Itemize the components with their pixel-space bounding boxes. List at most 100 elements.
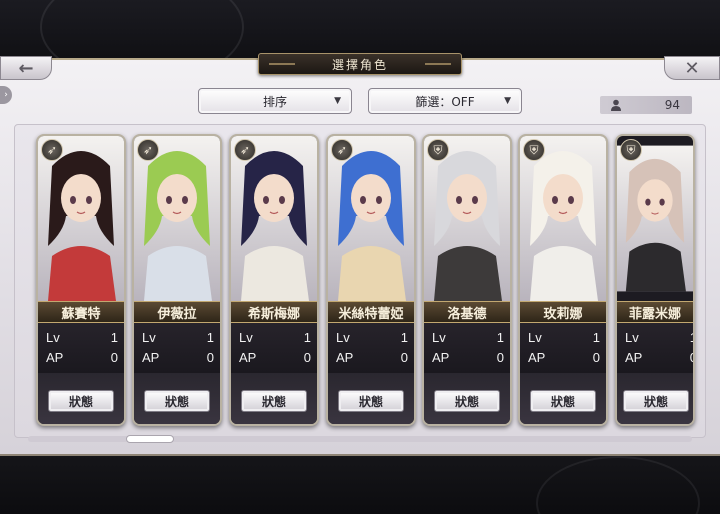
- status-area: 狀態: [424, 373, 510, 424]
- level-row: Lv 1: [625, 327, 693, 347]
- background-top: [0, 0, 720, 84]
- scrollbar-thumb[interactable]: [126, 435, 174, 443]
- ap-row: AP 0: [625, 347, 693, 367]
- character-stats: Lv 1 AP 0: [328, 323, 414, 373]
- level-value: 1: [303, 329, 311, 345]
- character-card[interactable]: ➶ 蘇賽特 Lv 1 AP 0 狀態: [36, 134, 126, 426]
- status-area: 狀態: [231, 373, 317, 424]
- level-label: Lv: [625, 329, 639, 345]
- status-button[interactable]: 狀態: [623, 390, 689, 412]
- level-label: Lv: [46, 329, 60, 345]
- status-button[interactable]: 狀態: [434, 390, 500, 412]
- filter-dropdown[interactable]: 篩選：OFF ▼: [368, 88, 522, 114]
- ap-value: 0: [303, 349, 311, 365]
- character-card[interactable]: ⛨ 玫莉娜 Lv 1 AP 0 狀態: [518, 134, 608, 426]
- back-button[interactable]: ←: [0, 56, 52, 80]
- character-card[interactable]: ➶ 希斯梅娜 Lv 1 AP 0 狀態: [229, 134, 319, 426]
- ap-row: AP 0: [142, 347, 214, 367]
- character-name: 蘇賽特: [38, 301, 124, 323]
- back-arrow-icon: ←: [18, 57, 34, 79]
- character-stats: Lv 1 AP 0: [38, 323, 124, 373]
- character-count-value: 94: [664, 98, 680, 112]
- ap-row: AP 0: [432, 347, 504, 367]
- status-area: 狀態: [617, 373, 693, 424]
- character-name: 米絲特蕾婭: [328, 301, 414, 323]
- sort-dropdown-label: 排序: [262, 94, 287, 109]
- character-stats: Lv 1 AP 0: [424, 323, 510, 373]
- character-name: 玫莉娜: [520, 301, 606, 323]
- level-label: Lv: [239, 329, 253, 345]
- character-card[interactable]: ⛨ 洛基德 Lv 1 AP 0 狀態: [422, 134, 512, 426]
- character-portrait: ➶: [134, 136, 220, 301]
- character-name: 洛基德: [424, 301, 510, 323]
- character-portrait: ➶: [231, 136, 317, 301]
- character-portrait: ➶: [38, 136, 124, 301]
- character-card[interactable]: ➶ 米絲特蕾婭 Lv 1 AP 0 狀態: [326, 134, 416, 426]
- ap-label: AP: [528, 349, 546, 365]
- ap-value: 0: [400, 349, 408, 365]
- character-stats: Lv 1 AP 0: [231, 323, 317, 373]
- bow-icon: ➶: [137, 139, 159, 161]
- character-name: 菲露米娜: [617, 301, 693, 323]
- chevron-down-icon: ▼: [334, 96, 341, 106]
- close-icon: ✕: [684, 57, 700, 79]
- ap-value: 0: [496, 349, 504, 365]
- shield-icon: ⛨: [427, 139, 449, 161]
- status-area: 狀態: [38, 373, 124, 424]
- ap-label: AP: [142, 349, 160, 365]
- level-label: Lv: [336, 329, 350, 345]
- level-label: Lv: [432, 329, 446, 345]
- status-area: 狀態: [134, 373, 220, 424]
- level-row: Lv 1: [142, 327, 214, 347]
- status-button[interactable]: 狀態: [530, 390, 596, 412]
- character-stats: Lv 1 AP 0: [134, 323, 220, 373]
- ap-row: AP 0: [336, 347, 408, 367]
- character-card[interactable]: ➶ 伊薇拉 Lv 1 AP 0 狀態: [132, 134, 222, 426]
- level-row: Lv 1: [432, 327, 504, 347]
- ap-label: AP: [432, 349, 450, 365]
- character-card[interactable]: ⛨ 菲露米娜 Lv 1 AP 0 狀態: [615, 134, 695, 426]
- shield-icon: ⛨: [523, 139, 545, 161]
- character-name: 伊薇拉: [134, 301, 220, 323]
- level-row: Lv 1: [336, 327, 408, 347]
- status-button[interactable]: 狀態: [144, 390, 210, 412]
- ap-label: AP: [625, 349, 643, 365]
- bow-icon: ➶: [41, 139, 63, 161]
- filter-dropdown-label: 篩選：OFF: [415, 94, 475, 109]
- status-button[interactable]: 狀態: [338, 390, 404, 412]
- status-area: 狀態: [328, 373, 414, 424]
- ap-value: 0: [690, 350, 693, 365]
- status-button[interactable]: 狀態: [48, 390, 114, 412]
- ap-value: 0: [206, 349, 214, 365]
- ap-row: AP 0: [46, 347, 118, 367]
- bow-icon: ➶: [331, 139, 353, 161]
- level-label: Lv: [528, 329, 542, 345]
- ap-label: AP: [239, 349, 257, 365]
- level-value: 1: [690, 330, 693, 345]
- level-row: Lv 1: [528, 327, 600, 347]
- level-row: Lv 1: [46, 327, 118, 347]
- ap-row: AP 0: [528, 347, 600, 367]
- ap-value: 0: [110, 349, 118, 365]
- chevron-down-icon: ▼: [504, 96, 511, 106]
- character-portrait: ⛨: [617, 136, 693, 301]
- character-stats: Lv 1 AP 0: [617, 323, 693, 373]
- level-row: Lv 1: [239, 327, 311, 347]
- character-name: 希斯梅娜: [231, 301, 317, 323]
- status-button[interactable]: 狀態: [241, 390, 307, 412]
- character-portrait: ➶: [328, 136, 414, 301]
- character-portrait: ⛨: [424, 136, 510, 301]
- level-value: 1: [206, 329, 214, 345]
- close-button[interactable]: ✕: [664, 56, 720, 80]
- ap-value: 0: [592, 349, 600, 365]
- ap-label: AP: [336, 349, 354, 365]
- background-bottom: [0, 456, 720, 514]
- bow-icon: ➶: [234, 139, 256, 161]
- level-label: Lv: [142, 329, 156, 345]
- level-value: 1: [496, 329, 504, 345]
- level-value: 1: [592, 329, 600, 345]
- shield-icon: ⛨: [620, 139, 642, 161]
- sort-dropdown[interactable]: 排序 ▼: [198, 88, 352, 114]
- level-value: 1: [400, 329, 408, 345]
- ap-label: AP: [46, 349, 64, 365]
